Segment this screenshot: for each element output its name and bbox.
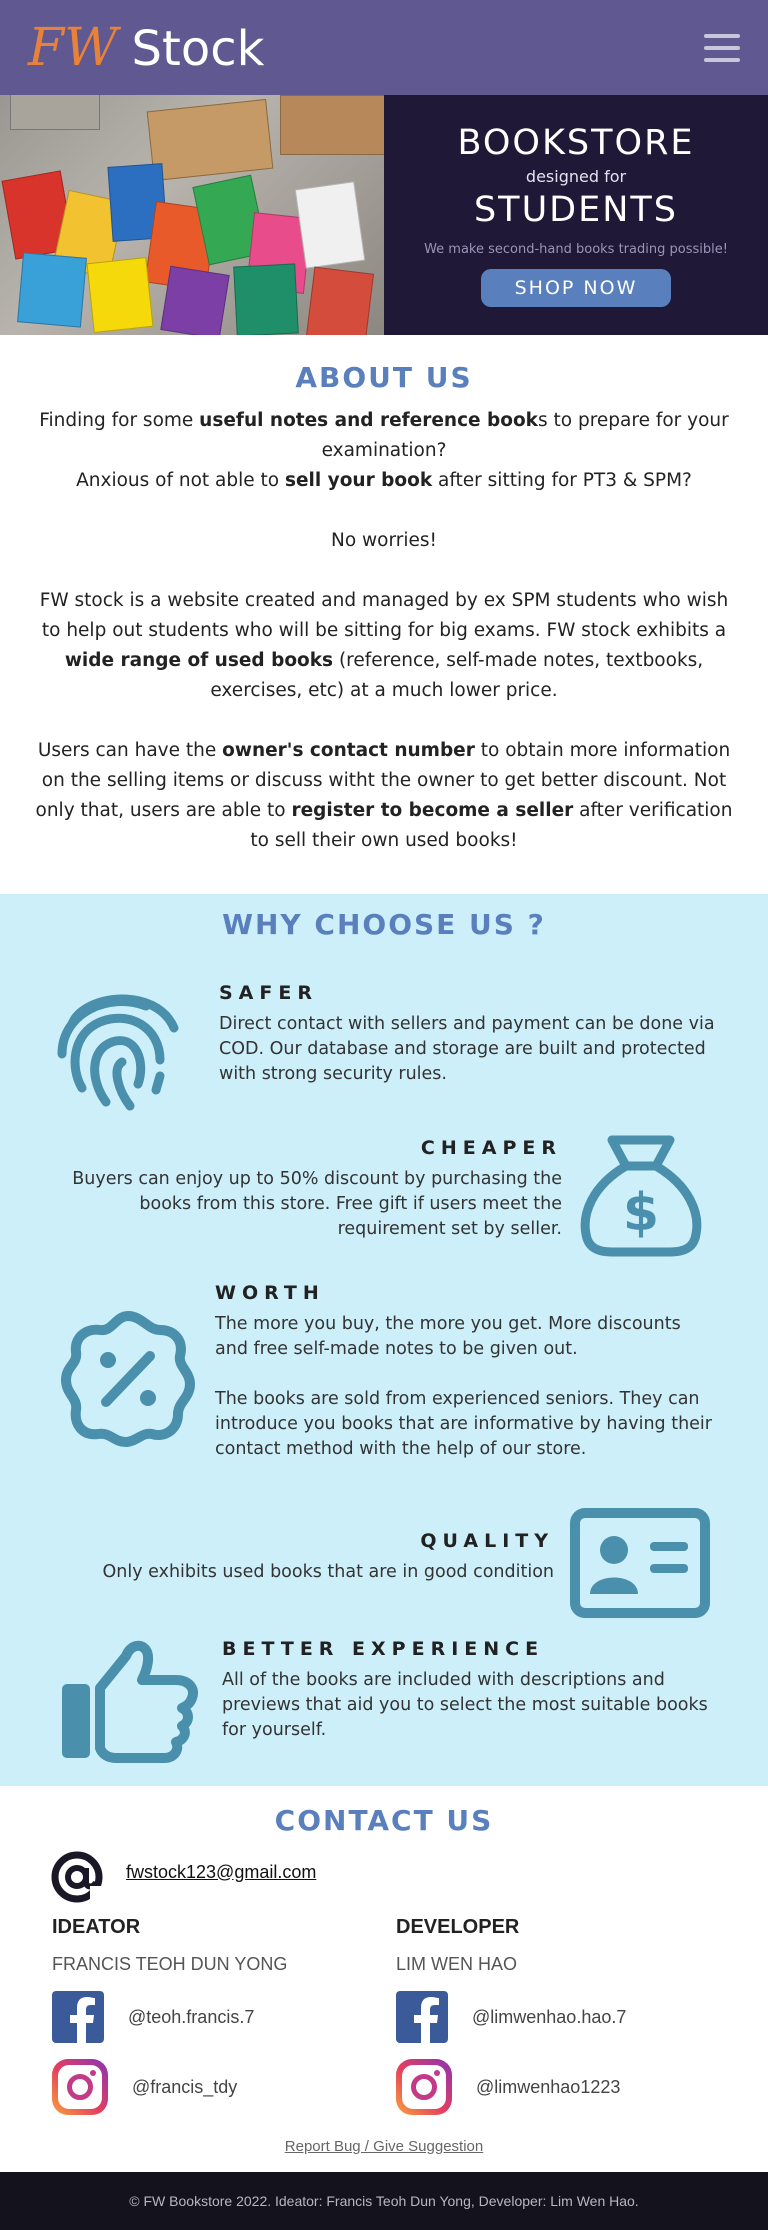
money-bag-icon: $ bbox=[578, 1134, 704, 1262]
fingerprint-icon bbox=[50, 972, 190, 1116]
brand-fw: FW bbox=[28, 17, 118, 78]
feature-quality-heading: QUALITY bbox=[420, 1530, 554, 1552]
developer-facebook[interactable]: @limwenhao.hao.7 bbox=[396, 1991, 726, 2043]
feature-safer-text: Direct contact with sellers and payment … bbox=[219, 1014, 715, 1084]
feature-quality-text: Only exhibits used books that are in goo… bbox=[102, 1562, 555, 1582]
id-card-icon bbox=[570, 1508, 710, 1622]
facebook-icon bbox=[396, 1991, 448, 2043]
footer: © FW Bookstore 2022. Ideator: Francis Te… bbox=[0, 2172, 768, 2230]
report-bug-link[interactable]: Report Bug / Give Suggestion bbox=[0, 2138, 768, 2155]
why-title: WHY CHOOSE US ? bbox=[222, 908, 546, 941]
instagram-icon bbox=[52, 2059, 108, 2115]
about-paragraph-2: Anxious of not able to sell your book af… bbox=[76, 470, 692, 491]
feature-better-experience-heading: BETTER EXPERIENCE bbox=[222, 1638, 545, 1660]
feature-worth-text-2: The books are sold from experienced seni… bbox=[215, 1389, 712, 1459]
ideator-facebook-handle: @teoh.francis.7 bbox=[128, 2006, 255, 2027]
ideator-facebook[interactable]: @teoh.francis.7 bbox=[52, 1991, 382, 2043]
facebook-icon bbox=[52, 1991, 104, 2043]
feature-better-experience-text: All of the books are included with descr… bbox=[222, 1670, 708, 1740]
developer-instagram[interactable]: @limwenhao1223 bbox=[396, 2059, 726, 2115]
hamburger-menu-icon[interactable] bbox=[704, 33, 740, 62]
about-section: ABOUT US Finding for some useful notes a… bbox=[0, 335, 768, 895]
feature-worth-text: The more you buy, the more you get. More… bbox=[215, 1314, 681, 1359]
contact-title: CONTACT US bbox=[274, 1804, 494, 1837]
hero-subtitle: designed for bbox=[525, 167, 627, 186]
feature-safer: SAFER Direct contact with sellers and pa… bbox=[219, 982, 719, 1087]
feature-worth-heading: WORTH bbox=[215, 1282, 325, 1304]
feature-better-experience: BETTER EXPERIENCE All of the books are i… bbox=[222, 1638, 722, 1743]
hero-title-2: STUDENTS bbox=[473, 190, 679, 230]
ideator-column: IDEATOR FRANCIS TEOH DUN YONG @teoh.fran… bbox=[52, 1916, 382, 2115]
thumbs-up-icon bbox=[56, 1636, 204, 1770]
ideator-instagram[interactable]: @francis_tdy bbox=[52, 2059, 382, 2115]
developer-name: LIM WEN HAO bbox=[396, 1954, 518, 1974]
developer-facebook-handle: @limwenhao.hao.7 bbox=[472, 2006, 627, 2027]
hero-section: BOOKSTORE designed for STUDENTS We make … bbox=[0, 95, 768, 335]
about-paragraph-4: FW stock is a website created and manage… bbox=[39, 590, 729, 701]
about-paragraph-1: Finding for some useful notes and refere… bbox=[39, 410, 729, 461]
at-sign-icon bbox=[51, 1851, 104, 1904]
feature-quality: QUALITY Only exhibits used books that ar… bbox=[70, 1530, 555, 1585]
hero-tagline: We make second-hand books trading possib… bbox=[424, 242, 728, 257]
footer-text: © FW Bookstore 2022. Ideator: Francis Te… bbox=[129, 2193, 639, 2209]
instagram-icon bbox=[396, 2059, 452, 2115]
feature-cheaper-text: Buyers can enjoy up to 50% discount by p… bbox=[72, 1169, 562, 1239]
ideator-instagram-handle: @francis_tdy bbox=[132, 2076, 238, 2097]
feature-cheaper-heading: CHEAPER bbox=[420, 1137, 562, 1159]
ideator-name: FRANCIS TEOH DUN YONG bbox=[52, 1954, 288, 1974]
svg-text:$: $ bbox=[623, 1183, 659, 1243]
email-row: fwstock123@gmail.com bbox=[50, 1850, 316, 1904]
hero-books-photo bbox=[0, 95, 384, 335]
feature-cheaper: CHEAPER Buyers can enjoy up to 50% disco… bbox=[70, 1137, 562, 1242]
about-title: ABOUT US bbox=[295, 361, 473, 394]
email-link[interactable]: fwstock123@gmail.com bbox=[126, 1862, 316, 1883]
navbar: FW Stock bbox=[0, 0, 768, 95]
shop-now-button[interactable]: SHOP NOW bbox=[480, 269, 672, 307]
hero-title: BOOKSTORE bbox=[457, 123, 695, 163]
about-paragraph-5: Users can have the owner's contact numbe… bbox=[35, 740, 733, 851]
discount-badge-icon bbox=[58, 1308, 198, 1454]
brand-logo[interactable]: FW Stock bbox=[28, 18, 264, 78]
why-choose-us-section: WHY CHOOSE US ? SAFER Direct contact wit… bbox=[0, 894, 768, 1786]
developer-column: DEVELOPER LIM WEN HAO @limwenhao.hao.7 @… bbox=[396, 1916, 726, 2115]
developer-role: DEVELOPER bbox=[396, 1916, 520, 1938]
feature-safer-heading: SAFER bbox=[219, 982, 318, 1004]
about-paragraph-3: No worries! bbox=[331, 530, 437, 551]
developer-instagram-handle: @limwenhao1223 bbox=[476, 2076, 621, 2097]
ideator-role: IDEATOR bbox=[52, 1916, 141, 1938]
brand-stock: Stock bbox=[131, 20, 265, 77]
hero-panel: BOOKSTORE designed for STUDENTS We make … bbox=[384, 95, 768, 335]
feature-worth: WORTH The more you buy, the more you get… bbox=[215, 1282, 715, 1462]
contact-section: CONTACT US fwstock123@gmail.com IDEATOR … bbox=[0, 1786, 768, 2172]
